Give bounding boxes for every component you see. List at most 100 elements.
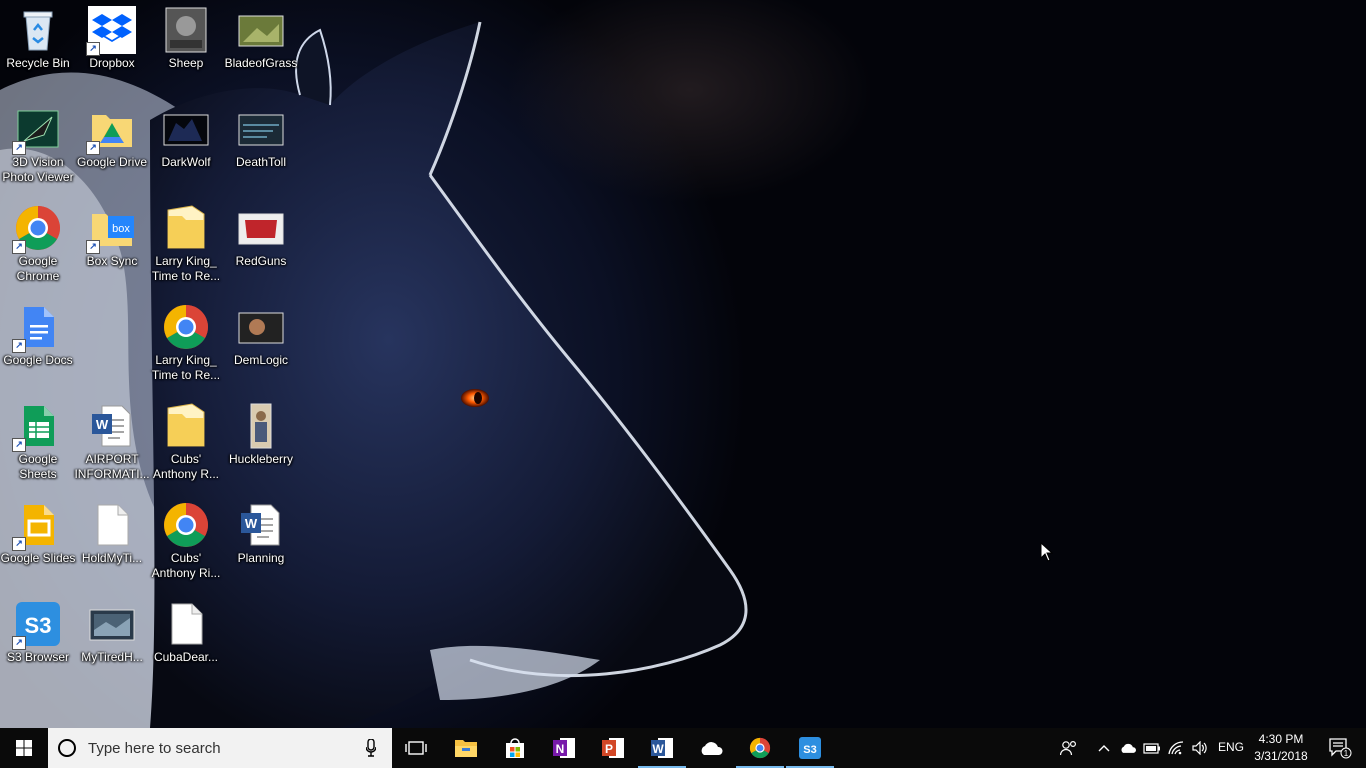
input-language-indicator[interactable]: ENG xyxy=(1218,740,1244,754)
shortcut-arrow-icon: ↗ xyxy=(12,438,26,452)
image-thumbnail-icon xyxy=(237,204,285,252)
desktop-icon-label: Cubs' Anthony Ri... xyxy=(151,551,221,580)
desktop-icon-label: DemLogic xyxy=(233,353,289,367)
desktop-icon-cubs-anthony-chrome[interactable]: Cubs' Anthony Ri... xyxy=(148,495,224,581)
taskbar: Type here to search N P W S3 ENG 4:30 PM… xyxy=(0,728,1366,768)
folder-icon xyxy=(162,402,210,450)
desktop-icon-label: Huckleberry xyxy=(228,452,294,466)
desktop-icon-holdmyti[interactable]: HoldMyTi... xyxy=(74,495,150,566)
desktop-icon-label: 3D Vision Photo Viewer xyxy=(2,155,74,184)
people-icon xyxy=(1060,740,1077,756)
onedrive-cloud-icon xyxy=(701,742,723,755)
svg-text:box: box xyxy=(112,223,130,235)
clock[interactable]: 4:30 PM 3/31/2018 xyxy=(1250,731,1312,765)
onedrive-cloud-icon xyxy=(1121,743,1136,753)
desktop-icon-cubadear[interactable]: CubaDear... xyxy=(148,594,224,665)
image-thumbnail-icon xyxy=(237,105,285,153)
desktop-icon-bladeofgrass[interactable]: BladeofGrass xyxy=(223,0,299,71)
s3-browser-icon: S3 ↗ xyxy=(12,600,62,650)
desktop-icon-label: Box Sync xyxy=(86,254,138,268)
volume-button[interactable] xyxy=(1190,728,1210,768)
chevron-up-icon xyxy=(1098,745,1110,752)
action-center-button[interactable]: 1 xyxy=(1320,728,1360,768)
desktop-icon-google-docs[interactable]: ↗ Google Docs xyxy=(0,297,76,368)
word-document-icon: W xyxy=(237,501,285,549)
desktop-icon-box-sync[interactable]: box ↗ Box Sync xyxy=(74,198,150,269)
battery-icon xyxy=(1143,743,1160,754)
desktop-icon-label: S3 Browser xyxy=(6,650,70,664)
word-button[interactable]: W xyxy=(638,728,686,768)
desktop-icon-3d-vision-photo-viewer[interactable]: ↗ 3D Vision Photo Viewer xyxy=(0,99,76,185)
recycle-bin-icon xyxy=(14,6,62,54)
desktop-icon-dropbox[interactable]: ↗ Dropbox xyxy=(74,0,150,71)
desktop-icon-mytiredh[interactable]: MyTiredH... xyxy=(74,594,150,665)
shortcut-arrow-icon: ↗ xyxy=(12,240,26,254)
onedrive-button[interactable] xyxy=(687,728,735,768)
image-thumbnail-icon xyxy=(237,6,285,54)
desktop-icon-s3-browser[interactable]: S3 ↗ S3 Browser xyxy=(0,594,76,665)
desktop-icon-planning[interactable]: W Planning xyxy=(223,495,299,566)
desktop-icon-label: Planning xyxy=(237,551,285,565)
show-hidden-icons-button[interactable] xyxy=(1094,728,1114,768)
svg-text:N: N xyxy=(556,742,565,756)
desktop-icon-google-drive[interactable]: ↗ Google Drive xyxy=(74,99,150,170)
blank-file-icon xyxy=(162,600,210,648)
chrome-taskbar-button[interactable] xyxy=(736,728,784,768)
task-view-button[interactable] xyxy=(392,728,440,768)
desktop-icon-label: BladeofGrass xyxy=(224,56,298,70)
battery-button[interactable] xyxy=(1142,728,1162,768)
speaker-icon xyxy=(1192,741,1207,755)
search-placeholder: Type here to search xyxy=(88,740,221,757)
desktop-icon-google-chrome[interactable]: ↗ Google Chrome xyxy=(0,198,76,284)
svg-text:W: W xyxy=(245,516,258,531)
shortcut-arrow-icon: ↗ xyxy=(86,141,100,155)
desktop-icon-demlogic[interactable]: DemLogic xyxy=(223,297,299,368)
desktop-icon-google-slides[interactable]: ↗ Google Slides xyxy=(0,495,76,566)
microsoft-store-button[interactable] xyxy=(491,728,539,768)
notification-icon: 1 xyxy=(1329,738,1352,759)
windows-logo-icon xyxy=(16,740,32,756)
3d-vision-icon: ↗ xyxy=(12,105,62,155)
desktop-icon-label: Google Docs xyxy=(3,353,73,367)
word-icon: W xyxy=(651,738,673,758)
desktop-icon-recycle-bin[interactable]: Recycle Bin xyxy=(0,0,76,71)
powerpoint-button[interactable]: P xyxy=(589,728,637,768)
s3-browser-taskbar-button[interactable]: S3 xyxy=(786,728,834,768)
store-bag-icon xyxy=(506,738,524,758)
shortcut-arrow-icon: ↗ xyxy=(86,240,100,254)
desktop-icon-label: Larry King_ Time to Re... xyxy=(151,353,221,382)
file-explorer-button[interactable] xyxy=(442,728,490,768)
desktop-icon-sheep[interactable]: Sheep xyxy=(148,0,224,71)
clock-date: 3/31/2018 xyxy=(1254,749,1308,763)
desktop-icon-larry-king-chrome[interactable]: Larry King_ Time to Re... xyxy=(148,297,224,383)
image-thumbnail-icon xyxy=(237,402,285,450)
google-sheets-icon: ↗ xyxy=(12,402,62,452)
onedrive-tray-button[interactable] xyxy=(1118,728,1138,768)
desktop-icon-label: Larry King_ Time to Re... xyxy=(151,254,221,283)
svg-text:W: W xyxy=(652,742,664,756)
desktop-icon-airport-information[interactable]: W AIRPORT INFORMATI... xyxy=(74,396,150,482)
desktop-icon-label: DeathToll xyxy=(235,155,287,169)
network-button[interactable] xyxy=(1166,728,1186,768)
folder-icon xyxy=(162,204,210,252)
desktop-icon-cubs-anthony-folder[interactable]: Cubs' Anthony R... xyxy=(148,396,224,482)
shortcut-arrow-icon: ↗ xyxy=(12,537,26,551)
desktop-icon-huckleberry[interactable]: Huckleberry xyxy=(223,396,299,467)
google-drive-folder-icon: ↗ xyxy=(86,105,136,155)
onenote-button[interactable]: N xyxy=(540,728,588,768)
chrome-icon xyxy=(162,303,210,351)
desktop-icon-google-sheets[interactable]: ↗ Google Sheets xyxy=(0,396,76,482)
image-thumbnail-icon xyxy=(162,105,210,153)
desktop-icon-larry-king-folder[interactable]: Larry King_ Time to Re... xyxy=(148,198,224,284)
desktop-icon-label: MyTiredH... xyxy=(81,650,143,664)
desktop-icon-darkwolf[interactable]: DarkWolf xyxy=(148,99,224,170)
desktop-icon-label: Google Slides xyxy=(0,551,76,565)
taskbar-search-box[interactable]: Type here to search xyxy=(48,728,392,768)
desktop-icon-deathtoll[interactable]: DeathToll xyxy=(223,99,299,170)
start-button[interactable] xyxy=(0,728,48,768)
desktop-icon-redguns[interactable]: RedGuns xyxy=(223,198,299,269)
microphone-icon[interactable] xyxy=(365,738,377,762)
mouse-cursor-icon xyxy=(1040,541,1054,567)
people-button[interactable] xyxy=(1058,728,1080,768)
desktop-icon-label: Sheep xyxy=(168,56,204,70)
